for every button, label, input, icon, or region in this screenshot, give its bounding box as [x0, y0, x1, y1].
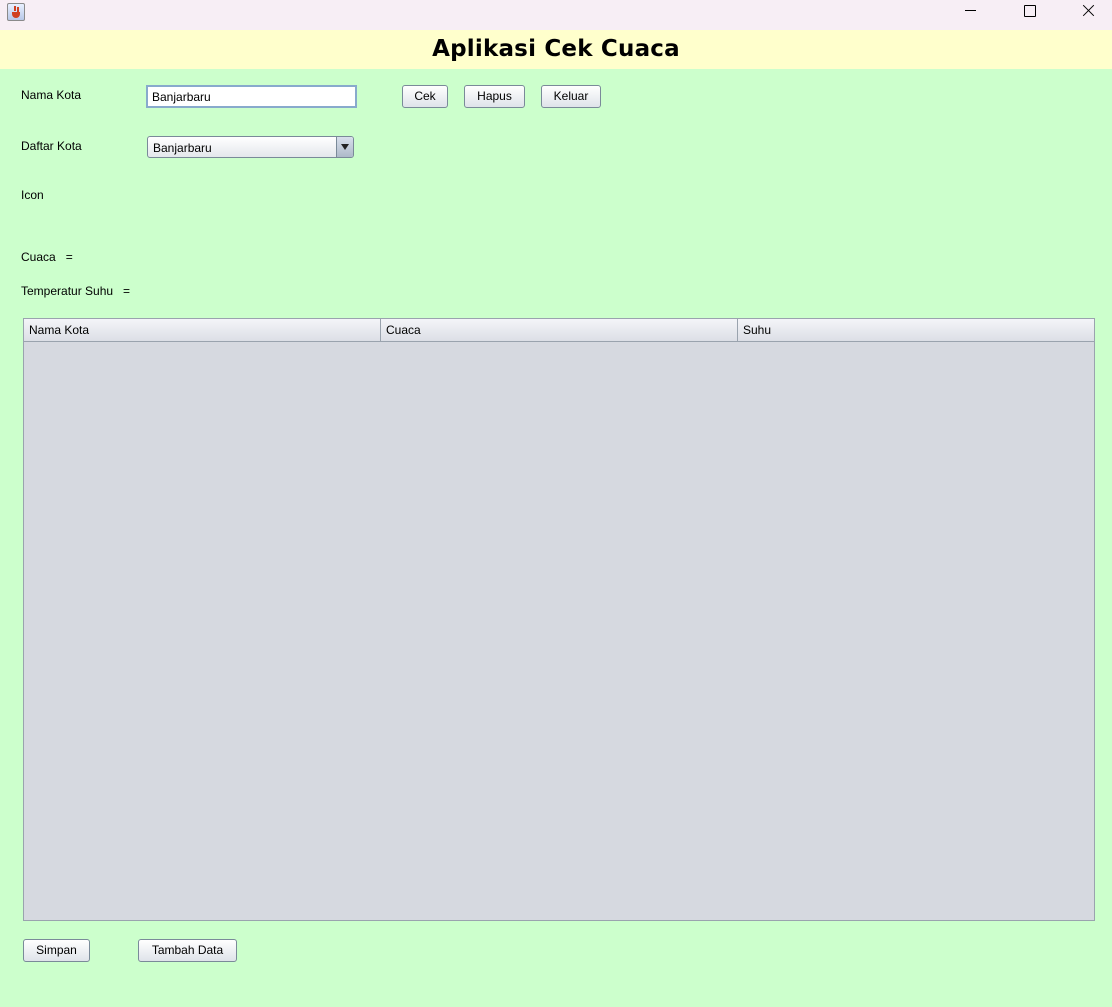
simpan-button[interactable]: Simpan	[23, 939, 90, 962]
daftar-kota-selected: Banjarbaru	[153, 141, 212, 155]
app-window: Aplikasi Cek Cuaca Nama Kota Cek Hapus K…	[0, 0, 1112, 1007]
daftar-kota-dropdown[interactable]: Banjarbaru	[147, 136, 354, 158]
chevron-down-icon[interactable]	[336, 137, 353, 157]
java-cup-icon	[7, 3, 25, 21]
nama-kota-label: Nama Kota	[21, 88, 82, 102]
close-icon[interactable]	[1066, 0, 1112, 30]
maximize-icon[interactable]	[1007, 0, 1053, 30]
nama-kota-input[interactable]	[146, 85, 357, 108]
table-body[interactable]	[24, 342, 1094, 920]
header-banner: Aplikasi Cek Cuaca	[0, 30, 1112, 69]
cuaca-label: Cuaca =	[21, 250, 73, 264]
temperatur-suhu-label: Temperatur Suhu =	[21, 284, 131, 298]
title-bar[interactable]	[0, 0, 1112, 30]
minimize-icon[interactable]	[948, 0, 994, 30]
column-header-nama-kota[interactable]: Nama Kota	[24, 319, 381, 341]
page-title: Aplikasi Cek Cuaca	[432, 36, 680, 62]
keluar-button[interactable]: Keluar	[541, 85, 601, 108]
cek-button[interactable]: Cek	[402, 85, 448, 108]
tambah-data-button[interactable]: Tambah Data	[138, 939, 237, 962]
table-header: Nama Kota Cuaca Suhu	[24, 319, 1094, 342]
column-header-suhu[interactable]: Suhu	[738, 319, 1094, 341]
hapus-button[interactable]: Hapus	[464, 85, 525, 108]
weather-table[interactable]: Nama Kota Cuaca Suhu	[23, 318, 1095, 921]
column-header-cuaca[interactable]: Cuaca	[381, 319, 738, 341]
icon-label: Icon	[21, 188, 44, 202]
daftar-kota-label: Daftar Kota	[21, 139, 82, 153]
